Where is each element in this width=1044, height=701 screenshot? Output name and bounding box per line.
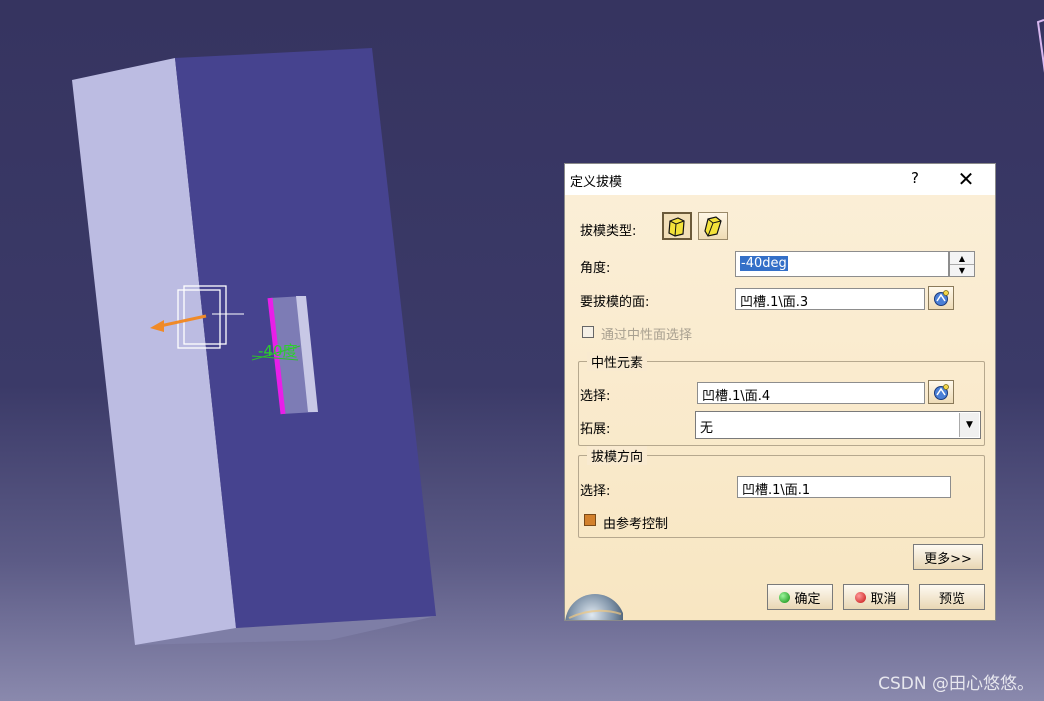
watermark: CSDN @田心悠悠。	[878, 674, 1034, 694]
pulling-direction-group-title: 拔模方向	[587, 446, 648, 465]
neutral-select-label: 选择:	[580, 389, 611, 404]
propagation-label: 拓展:	[580, 422, 611, 437]
neutral-selection-checkbox[interactable]	[582, 326, 594, 338]
angle-annotation: -40度	[258, 342, 298, 360]
cancel-label: 取消	[870, 591, 897, 607]
dialog-titlebar[interactable]: 定义拔模 ? ✕	[565, 164, 995, 195]
draft-definition-dialog: 定义拔模 ? ✕ 拔模类型: 角度: -40deg ▲ ▼ 要拔模的面: 凹槽.…	[564, 163, 996, 621]
ok-icon	[779, 591, 791, 603]
variable-draft-icon	[704, 216, 722, 237]
direction-select-field[interactable]: 凹槽.1\面.1	[737, 476, 951, 498]
propagation-dropdown[interactable]: 无 ▼	[695, 411, 981, 439]
selection-list-icon	[934, 290, 949, 306]
ok-button[interactable]: 确定	[767, 584, 833, 610]
neutral-element-group-title: 中性元素	[587, 352, 648, 371]
angle-label: 角度:	[580, 261, 611, 276]
angle-input[interactable]: -40deg	[735, 251, 949, 277]
help-icon[interactable]: ?	[905, 169, 925, 187]
variable-draft-button[interactable]	[698, 212, 728, 240]
ok-label: 确定	[794, 591, 821, 607]
angle-value: -40deg	[740, 256, 788, 271]
preview-button[interactable]: 预览	[919, 584, 985, 610]
draft-type-label: 拔模类型:	[580, 224, 637, 239]
chevron-down-icon[interactable]: ▼	[959, 413, 979, 437]
direction-select-label: 选择:	[580, 484, 611, 499]
neutral-select-field[interactable]: 凹槽.1\面.4	[697, 382, 925, 404]
selection-list-icon	[934, 384, 949, 400]
faces-to-draft-field[interactable]: 凹槽.1\面.3	[735, 288, 925, 310]
propagation-value: 无	[700, 421, 714, 436]
constant-draft-button[interactable]	[662, 212, 692, 240]
angle-spinner[interactable]: ▲ ▼	[949, 251, 975, 277]
faces-to-draft-label: 要拔模的面:	[580, 295, 650, 310]
constant-draft-icon	[668, 217, 685, 237]
neutral-list-button[interactable]	[928, 380, 954, 404]
cancel-icon	[855, 591, 867, 603]
dialog-title: 定义拔模	[570, 175, 623, 190]
cancel-button[interactable]: 取消	[843, 584, 909, 610]
globe-logo-icon	[565, 594, 623, 620]
spinner-down-icon[interactable]: ▼	[950, 264, 974, 276]
reference-control-checkbox[interactable]	[584, 514, 596, 526]
close-icon[interactable]: ✕	[953, 167, 979, 191]
more-button[interactable]: 更多>>	[913, 544, 983, 570]
neutral-selection-label: 通过中性面选择	[601, 328, 693, 343]
faces-list-button[interactable]	[928, 286, 954, 310]
reference-control-label: 由参考控制	[603, 517, 669, 532]
